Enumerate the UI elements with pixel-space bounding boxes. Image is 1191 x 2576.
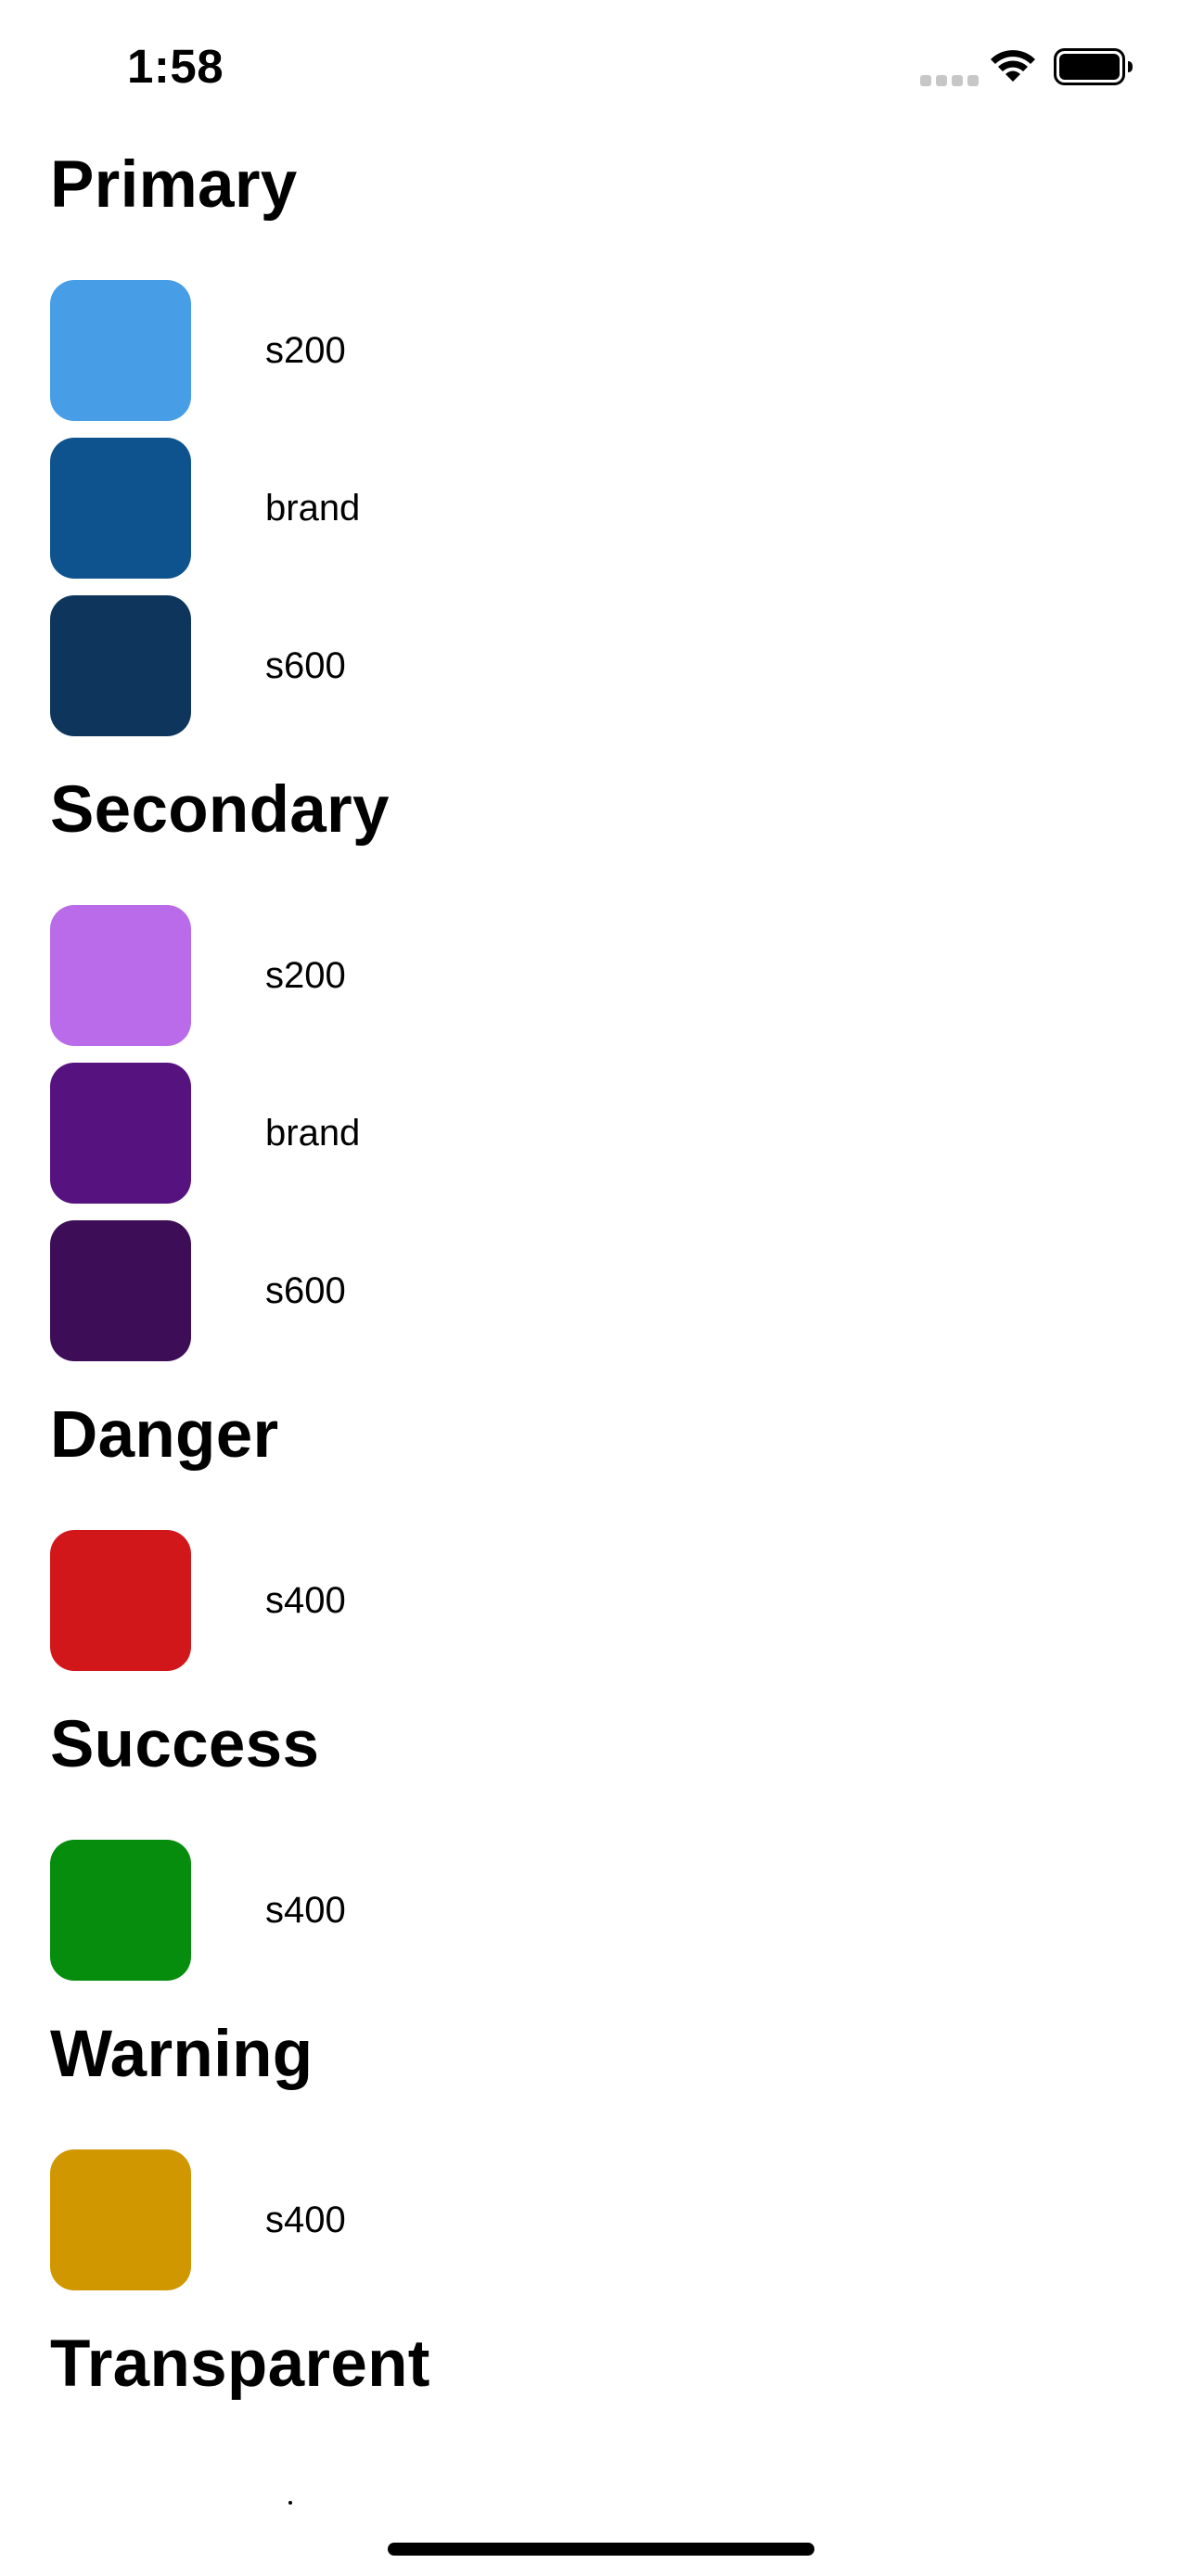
color-palette-list[interactable]: Primary s200 brand s600 Secondary s200 brand s6… <box>50 130 1141 2411</box>
scroll-dot <box>288 2501 292 2505</box>
swatch-list: s400 <box>50 1530 1141 1671</box>
section-title: Secondary <box>50 773 390 847</box>
status-time: 1:58 <box>127 40 224 93</box>
color-swatch <box>50 595 191 736</box>
swatch-row[interactable]: s400 <box>50 1530 1141 1671</box>
section-title: Transparent <box>50 2327 430 2401</box>
wifi-icon <box>991 50 1035 82</box>
color-swatch <box>50 1840 191 1981</box>
color-swatch <box>50 1220 191 1361</box>
signal-icon <box>920 75 979 86</box>
battery-icon <box>1054 48 1133 85</box>
home-indicator[interactable] <box>388 2543 814 2556</box>
swatch-list: s200 brand s600 <box>50 280 1141 736</box>
swatch-label: brand <box>265 488 361 529</box>
color-swatch <box>50 1063 191 1204</box>
swatch-list: s400 <box>50 2149 1141 2290</box>
swatch-row[interactable]: s200 <box>50 905 1141 1046</box>
swatch-list: s400 <box>50 1840 1141 1981</box>
swatch-label: s600 <box>265 645 346 686</box>
color-swatch <box>50 2149 191 2290</box>
swatch-row[interactable]: brand <box>50 1063 1141 1204</box>
swatch-list: s200 brand s600 <box>50 905 1141 1361</box>
section-title: Danger <box>50 1398 279 1472</box>
section-title: Primary <box>50 148 298 222</box>
color-swatch <box>50 1530 191 1671</box>
swatch-label: s400 <box>265 1890 346 1931</box>
color-swatch <box>50 280 191 421</box>
swatch-label: s400 <box>265 1580 346 1621</box>
swatch-label: s200 <box>265 955 346 996</box>
color-swatch <box>50 905 191 1046</box>
color-swatch <box>50 438 191 579</box>
swatch-row[interactable]: brand <box>50 438 1141 579</box>
swatch-row[interactable]: s400 <box>50 1840 1141 1981</box>
section-title: Success <box>50 1708 320 1781</box>
swatch-label: s200 <box>265 330 346 371</box>
swatch-label: s400 <box>265 2200 346 2240</box>
status-bar: 1:58 <box>0 0 1191 130</box>
swatch-row[interactable]: s200 <box>50 280 1141 421</box>
swatch-row[interactable]: s600 <box>50 595 1141 736</box>
swatch-label: brand <box>265 1113 361 1154</box>
section-title: Warning <box>50 2018 314 2091</box>
swatch-row[interactable]: s600 <box>50 1220 1141 1361</box>
swatch-row[interactable]: s400 <box>50 2149 1141 2290</box>
swatch-label: s600 <box>265 1270 346 1311</box>
